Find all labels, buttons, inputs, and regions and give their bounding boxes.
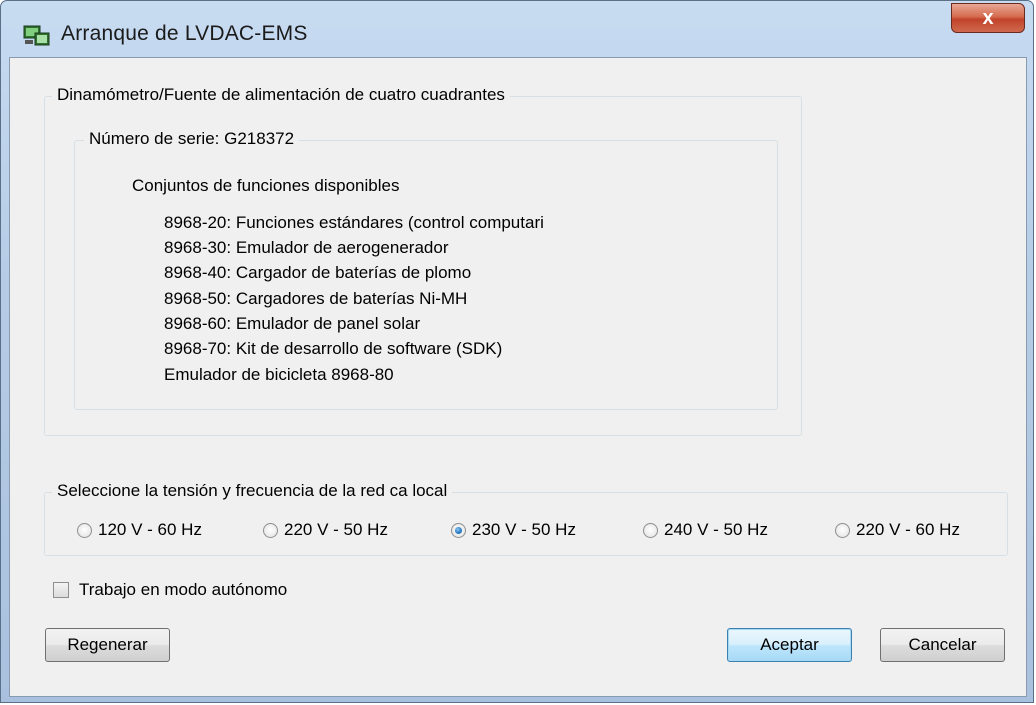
- radio-220v-50hz[interactable]: 220 V - 50 Hz: [263, 520, 388, 540]
- serial-group-caption: Número de serie: G218372: [84, 129, 300, 149]
- function-item: 8968-70: Kit de desarrollo de software (…: [164, 339, 503, 358]
- radio-label: 240 V - 50 Hz: [664, 520, 768, 539]
- radio-230v-50hz[interactable]: 230 V - 50 Hz: [451, 520, 576, 540]
- function-item: 8968-60: Emulador de panel solar: [164, 314, 421, 333]
- network-group-caption: Seleccione la tensión y frecuencia de la…: [52, 481, 453, 501]
- radio-circle[interactable]: [835, 522, 850, 538]
- dialog-window: Arranque de LVDAC-EMS x Dinamómetro/Fuen…: [0, 0, 1034, 703]
- regenerate-button[interactable]: Regenerar: [45, 628, 170, 662]
- close-button[interactable]: x: [951, 3, 1025, 33]
- device-group-caption: Dinamómetro/Fuente de alimentación de cu…: [52, 85, 510, 105]
- radio-240v-50hz[interactable]: 240 V - 50 Hz: [643, 520, 768, 540]
- radio-circle[interactable]: [643, 522, 658, 538]
- title-bar[interactable]: Arranque de LVDAC-EMS x: [1, 1, 1033, 57]
- radio-220v-60hz[interactable]: 220 V - 60 Hz: [835, 520, 960, 540]
- radio-circle[interactable]: [77, 522, 92, 538]
- radio-label: 230 V - 50 Hz: [472, 520, 576, 539]
- cancel-button[interactable]: Cancelar: [880, 628, 1005, 662]
- standalone-checkbox[interactable]: [53, 582, 69, 598]
- radio-circle[interactable]: [263, 522, 278, 538]
- standalone-label[interactable]: Trabajo en modo autónomo: [79, 580, 287, 600]
- accept-button[interactable]: Aceptar: [727, 628, 852, 662]
- radio-120v-60hz[interactable]: 120 V - 60 Hz: [77, 520, 202, 540]
- radio-label: 120 V - 60 Hz: [98, 520, 202, 539]
- function-item: 8968-30: Emulador de aerogenerador: [164, 238, 449, 257]
- radio-selected-dot: [455, 526, 462, 534]
- function-item: 8968-40: Cargador de baterías de plomo: [164, 263, 472, 282]
- radio-label: 220 V - 60 Hz: [856, 520, 960, 539]
- dialog-client-area: Dinamómetro/Fuente de alimentación de cu…: [9, 57, 1027, 697]
- function-item: 8968-50: Cargadores de baterías Ni-MH: [164, 289, 468, 308]
- app-icon: [23, 25, 50, 46]
- functions-heading: Conjuntos de funciones disponibles: [132, 176, 400, 195]
- radio-label: 220 V - 50 Hz: [284, 520, 388, 539]
- function-item: 8968-20: Funciones estándares (control c…: [164, 213, 544, 232]
- radio-circle-selected[interactable]: [451, 522, 466, 538]
- close-icon: x: [982, 6, 994, 29]
- window-title: Arranque de LVDAC-EMS: [61, 22, 308, 45]
- function-item: Emulador de bicicleta 8968-80: [164, 365, 394, 384]
